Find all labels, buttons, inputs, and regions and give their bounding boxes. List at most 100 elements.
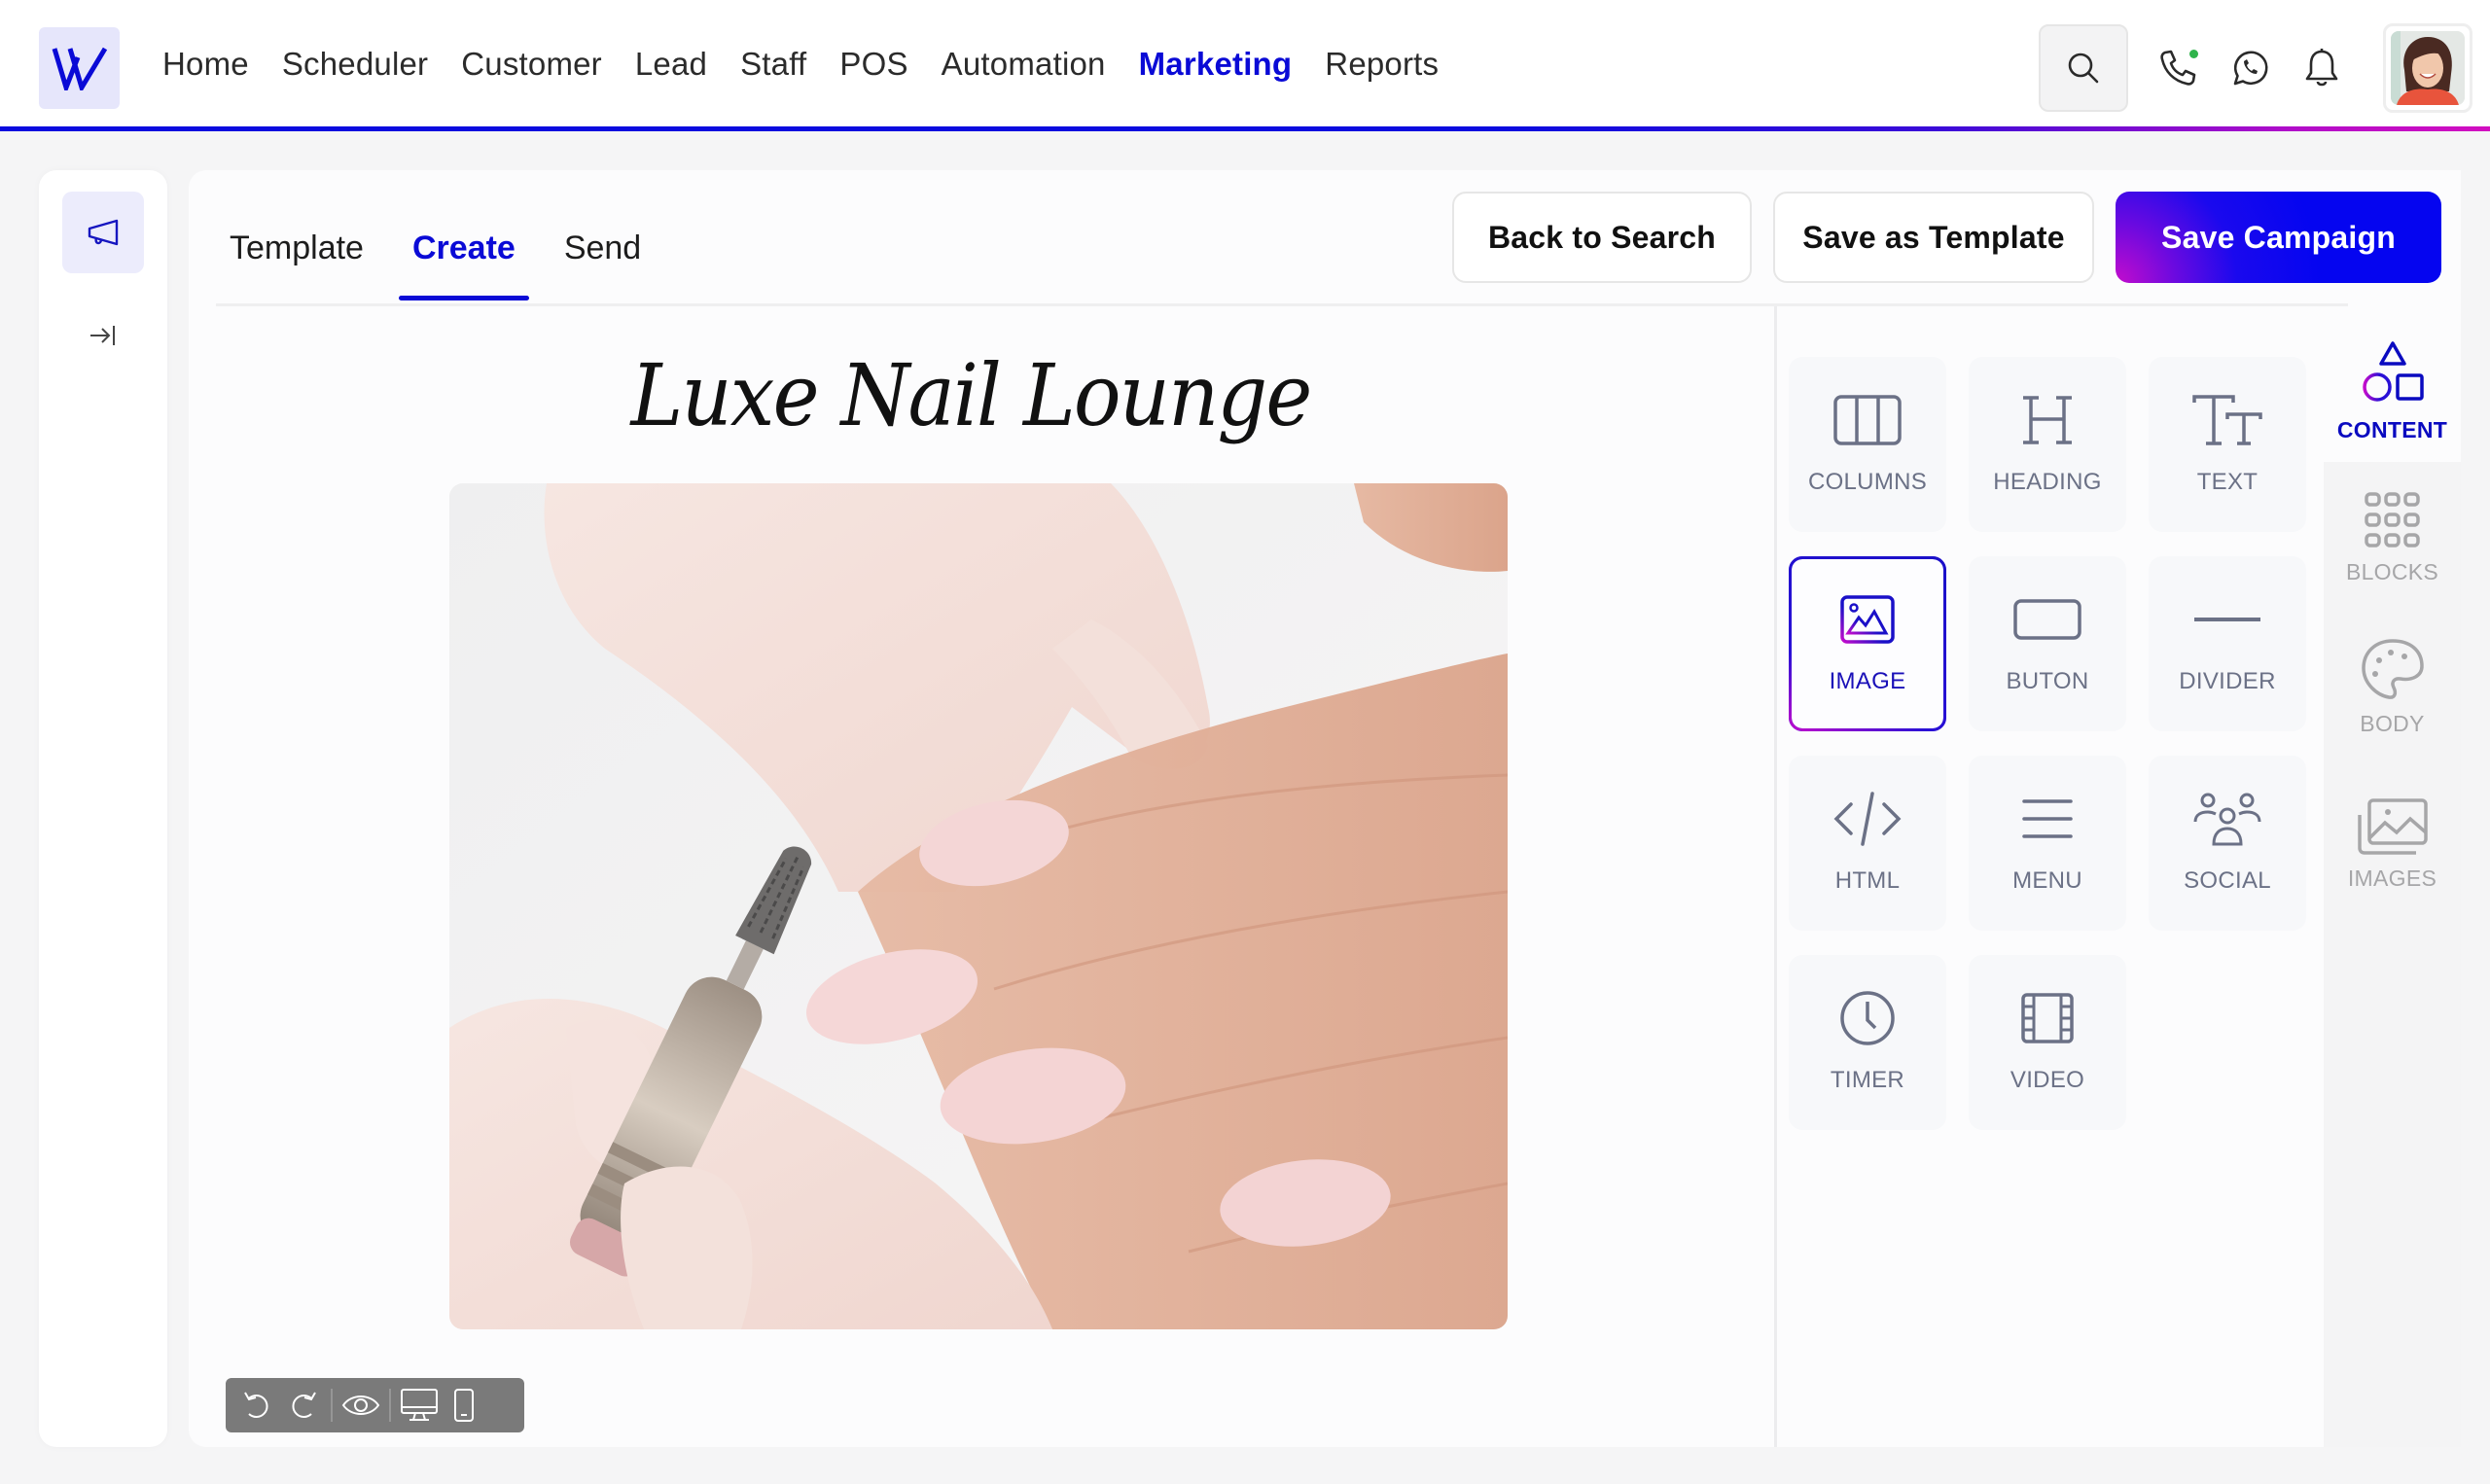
tool-heading[interactable]: HEADING <box>1969 357 2126 532</box>
columns-icon <box>1833 395 1902 445</box>
palette-icon <box>2361 639 2424 699</box>
redo-icon <box>292 1392 316 1418</box>
nav-staff[interactable]: Staff <box>740 46 806 83</box>
right-tab-rail: CONTENT BLOCKS BODY IMAGES <box>2324 306 2461 1447</box>
preview-eye-icon <box>341 1396 380 1415</box>
editor-tabs: Template Create Send <box>216 170 676 306</box>
bell-icon <box>2305 49 2338 87</box>
rail-tab-label: BODY <box>2360 711 2425 736</box>
nav-pos[interactable]: POS <box>839 46 907 83</box>
search-icon <box>2068 53 2099 84</box>
campaign-nav-button[interactable] <box>62 192 144 273</box>
code-icon <box>1833 792 1902 846</box>
heading-icon <box>2023 396 2072 444</box>
timer-icon <box>1840 991 1895 1045</box>
megaphone-icon <box>88 219 119 246</box>
nav-lead[interactable]: Lead <box>635 46 707 83</box>
search-button[interactable] <box>2039 24 2128 112</box>
toolbar-separator <box>331 1389 333 1422</box>
avatar-photo <box>2391 31 2465 105</box>
email-heading[interactable]: Luxe Nail Lounge <box>276 345 1665 445</box>
redo-button[interactable] <box>280 1383 325 1428</box>
email-hero-image[interactable] <box>449 483 1508 1329</box>
preview-button[interactable] <box>338 1383 383 1428</box>
notifications-button[interactable] <box>2288 34 2356 102</box>
tab-template[interactable]: Template <box>216 230 377 306</box>
user-avatar[interactable] <box>2383 23 2472 113</box>
rail-tab-label: IMAGES <box>2347 866 2437 891</box>
rail-tab-images[interactable]: IMAGES <box>2324 797 2461 892</box>
header-actions <box>2039 23 2472 113</box>
editor-actions: Back to Search Save as Template Save Cam… <box>1452 192 2441 283</box>
desktop-view-button[interactable] <box>397 1383 442 1428</box>
rail-tab-blocks[interactable]: BLOCKS <box>2324 491 2461 585</box>
tool-label: MENU <box>2012 867 2082 894</box>
tool-menu[interactable]: MENU <box>1969 756 2126 931</box>
shapes-icon <box>2362 341 2424 402</box>
nav-scheduler[interactable]: Scheduler <box>282 46 428 83</box>
rail-tab-body[interactable]: BODY <box>2324 637 2461 737</box>
nav-automation[interactable]: Automation <box>942 46 1106 83</box>
logo-w-icon <box>52 47 107 90</box>
save-as-template-button[interactable]: Save as Template <box>1773 192 2094 283</box>
tool-columns[interactable]: COLUMNS <box>1789 357 1946 532</box>
nav-reports[interactable]: Reports <box>1325 46 1439 83</box>
undo-button[interactable] <box>235 1383 280 1428</box>
back-to-search-button[interactable]: Back to Search <box>1452 192 1752 283</box>
rail-tab-label: BLOCKS <box>2345 559 2439 584</box>
menu-icon <box>2022 799 2073 838</box>
whatsapp-button[interactable] <box>2216 34 2284 102</box>
button-icon <box>2013 599 2081 640</box>
video-icon <box>2021 993 2074 1043</box>
blocks-grid-icon <box>2364 492 2420 548</box>
tool-timer[interactable]: TIMER <box>1789 955 1946 1130</box>
tool-label: IMAGE <box>1829 668 1906 694</box>
tool-label: DIVIDER <box>2179 668 2276 694</box>
tool-image[interactable]: IMAGE <box>1789 556 1946 731</box>
toolbar-separator <box>389 1389 391 1422</box>
nav-customer[interactable]: Customer <box>461 46 602 83</box>
mobile-view-button[interactable] <box>442 1383 486 1428</box>
phone-button[interactable] <box>2144 34 2212 102</box>
undo-icon <box>244 1392 268 1418</box>
tool-button[interactable]: BUTON <box>1969 556 2126 731</box>
expand-panel-icon <box>90 326 115 345</box>
main-nav: Home Scheduler Customer Lead Staff POS A… <box>146 0 1455 128</box>
tool-label: BUTON <box>2006 668 2089 694</box>
nav-marketing[interactable]: Marketing <box>1139 46 1293 83</box>
editor-toolbar <box>226 1378 524 1432</box>
content-tools-grid: COLUMNS HEADING TEXT IMAGE BUTON DIVIDER… <box>1789 357 2306 1130</box>
tool-video[interactable]: VIDEO <box>1969 955 2126 1130</box>
divider-icon <box>2194 618 2260 621</box>
tool-label: SOCIAL <box>2184 867 2271 894</box>
whatsapp-icon <box>2233 51 2268 86</box>
text-icon <box>2192 395 2262 445</box>
tool-social[interactable]: SOCIAL <box>2149 756 2306 931</box>
left-rail <box>39 170 167 1447</box>
tool-label: COLUMNS <box>1807 469 1928 495</box>
online-status-dot <box>2189 50 2198 58</box>
tool-label: TIMER <box>1830 1067 1905 1093</box>
save-campaign-button[interactable]: Save Campaign <box>2116 192 2441 283</box>
nav-home[interactable]: Home <box>162 46 249 83</box>
rail-tab-content[interactable]: CONTENT <box>2324 306 2461 462</box>
tab-create[interactable]: Create <box>398 230 529 306</box>
app-logo[interactable] <box>39 27 120 109</box>
image-icon <box>1840 595 1895 644</box>
email-canvas[interactable]: Luxe Nail Lounge <box>216 306 1776 1447</box>
tab-send[interactable]: Send <box>551 230 655 306</box>
images-icon <box>2357 798 2428 855</box>
user-photo-icon <box>2391 31 2465 105</box>
expand-panel-button[interactable] <box>74 306 132 365</box>
tool-label: HTML <box>1834 867 1901 894</box>
rail-tab-label: CONTENT <box>2336 417 2448 442</box>
tool-text[interactable]: TEXT <box>2149 357 2306 532</box>
manicure-photo <box>449 483 1508 1329</box>
top-header: Home Scheduler Customer Lead Staff POS A… <box>0 0 2490 128</box>
tool-divider[interactable]: DIVIDER <box>2149 556 2306 731</box>
tool-label: VIDEO <box>2010 1067 2085 1093</box>
desktop-view-icon <box>401 1389 438 1421</box>
tool-html[interactable]: HTML <box>1789 756 1946 931</box>
content-tools-panel: COLUMNS HEADING TEXT IMAGE BUTON DIVIDER… <box>1777 306 2324 1447</box>
tool-label: TEXT <box>2196 469 2259 495</box>
